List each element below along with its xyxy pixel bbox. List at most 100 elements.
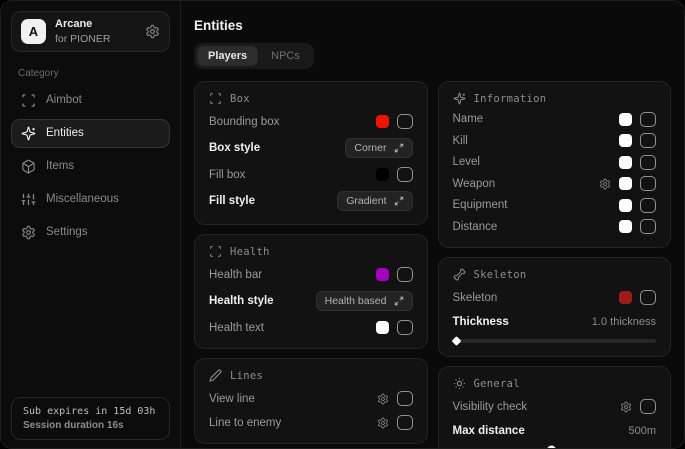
sun-icon [453,377,466,390]
sidebar-item-label: Miscellaneous [46,193,119,205]
row-label: Weapon [453,178,496,190]
sidebar-nav: Aimbot Entities Items Miscellaneous Sett… [11,86,170,247]
max-distance-value: 500m [628,425,656,437]
color-swatch[interactable] [619,199,632,212]
tab-players[interactable]: Players [197,46,258,66]
dropdown-value: Gradient [346,195,386,207]
sidebar-item-miscellaneous[interactable]: Miscellaneous [11,185,170,214]
corners-icon [209,245,222,258]
pencil-icon [209,369,222,382]
checkbox[interactable] [397,415,413,430]
main-content: Entities Players NPCs Box Bounding box [181,1,684,448]
checkbox[interactable] [640,399,656,414]
checkbox[interactable] [640,155,656,170]
color-swatch[interactable] [619,220,632,233]
checkbox[interactable] [397,114,413,129]
category-label: Category [18,68,170,79]
row-equipment: Equipment [453,198,657,213]
scan-icon [21,93,36,108]
panel-box: Box Bounding box Box style Corner [194,81,428,225]
row-bounding-box: Bounding box [209,114,413,129]
gear-icon [21,225,36,240]
panel-skeleton: Skeleton Skeleton Thickness 1.0 thicknes… [438,257,672,357]
checkbox[interactable] [640,133,656,148]
color-swatch[interactable] [619,156,632,169]
thickness-value: 1.0 thickness [592,316,656,328]
tab-npcs[interactable]: NPCs [260,46,311,66]
corners-icon [209,92,222,105]
panel-information: Information Name Kill [438,81,672,248]
bone-icon [453,268,466,281]
dropdown-value: Health based [325,295,387,307]
checkbox[interactable] [640,112,656,127]
fill-style-dropdown[interactable]: Gradient [337,191,412,211]
panel-general: General Visibility check Max distance 50… [438,366,672,448]
color-swatch[interactable] [376,168,389,181]
gear-icon[interactable] [599,178,611,190]
row-label: Box style [209,142,260,154]
sub-expiry-text: Sub expires in 15d 03h [23,406,158,417]
row-level: Level [453,155,657,170]
sidebar-item-aimbot[interactable]: Aimbot [11,86,170,115]
subscription-card: Sub expires in 15d 03h Session duration … [11,397,170,440]
color-swatch[interactable] [619,134,632,147]
panel-title: Health [230,246,270,258]
row-label: Bounding box [209,116,279,128]
sidebar-item-settings[interactable]: Settings [11,218,170,247]
color-swatch[interactable] [376,268,389,281]
row-label: Thickness [453,316,509,328]
panel-title: Lines [230,370,263,382]
row-fill-style: Fill style Gradient [209,191,413,211]
package-icon [21,159,36,174]
checkbox[interactable] [640,176,656,191]
row-health-style: Health style Health based [209,291,413,311]
panel-health: Health Health bar Health style Health ba… [194,234,428,349]
checkbox[interactable] [640,290,656,305]
checkbox[interactable] [397,267,413,282]
gear-icon[interactable] [145,24,160,39]
color-swatch[interactable] [376,321,389,334]
row-kill: Kill [453,133,657,148]
thickness-slider[interactable] [453,339,657,343]
panel-title: General [474,378,520,390]
row-label: Fill box [209,169,245,181]
sidebar-item-label: Items [46,160,74,172]
color-swatch[interactable] [619,291,632,304]
row-health-bar: Health bar [209,267,413,282]
gear-icon[interactable] [377,417,389,429]
brand-card: A Arcane for PIONER [11,11,170,52]
checkbox[interactable] [397,167,413,182]
checkbox[interactable] [640,198,656,213]
sidebar-item-label: Settings [46,226,88,238]
row-label: Health bar [209,269,262,281]
row-line-to-enemy: Line to enemy [209,415,413,430]
row-label: Equipment [453,199,508,211]
checkbox[interactable] [397,391,413,406]
expand-icon [394,196,404,206]
checkbox[interactable] [640,219,656,234]
row-fill-box: Fill box [209,167,413,182]
row-label: Health text [209,322,264,334]
app-subtitle: for PIONER [55,33,110,45]
sidebar-item-label: Entities [46,127,84,139]
checkbox[interactable] [397,320,413,335]
health-style-dropdown[interactable]: Health based [316,291,413,311]
gear-icon[interactable] [620,401,632,413]
row-visibility-check: Visibility check [453,399,657,414]
color-swatch[interactable] [619,177,632,190]
app-logo: A [21,19,46,44]
slider-thumb[interactable] [547,446,556,449]
sidebar-item-items[interactable]: Items [11,152,170,181]
tab-bar: Players NPCs [194,43,314,69]
slider-thumb[interactable] [451,336,461,346]
box-style-dropdown[interactable]: Corner [345,138,412,158]
row-health-text: Health text [209,320,413,335]
row-label: Level [453,156,481,168]
session-duration-text: Session duration 16s [23,420,158,431]
color-swatch[interactable] [376,115,389,128]
row-view-line: View line [209,391,413,406]
color-swatch[interactable] [619,113,632,126]
gear-icon[interactable] [377,393,389,405]
panel-title: Box [230,93,250,105]
sidebar-item-entities[interactable]: Entities [11,119,170,148]
